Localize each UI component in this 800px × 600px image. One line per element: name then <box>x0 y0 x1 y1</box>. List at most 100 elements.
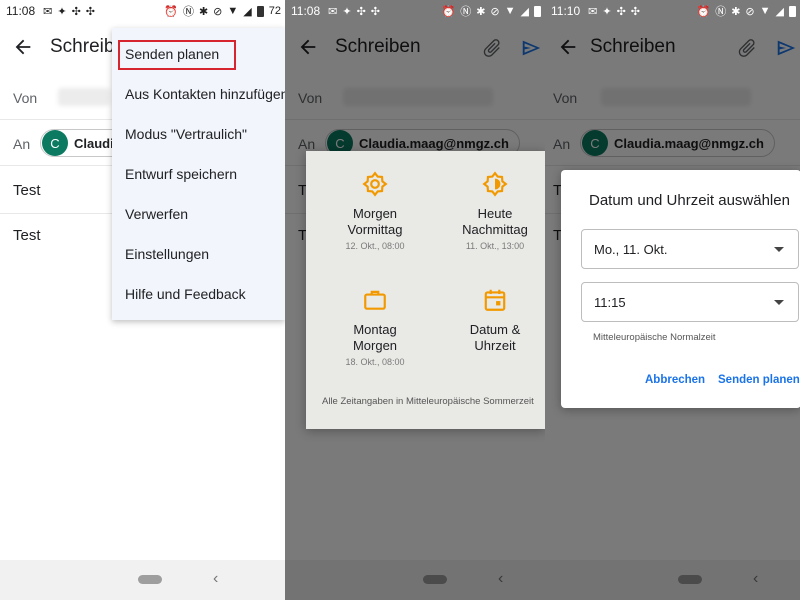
sender-redacted <box>343 88 493 106</box>
from-row[interactable]: Von <box>285 76 545 120</box>
to-label: An <box>553 136 571 152</box>
timezone-note: Alle Zeitangaben in Mitteleuropäische So… <box>322 396 534 407</box>
nfc-icon: Ⓝ <box>715 6 727 18</box>
battery-icon <box>256 5 264 17</box>
back-nav-icon[interactable]: ‹ <box>753 570 758 588</box>
system-icons: ⏰ Ⓝ ✱ ⊘ ▼ ◢ <box>442 0 541 22</box>
option-tomorrow-morning[interactable]: Morgen Vormittag 12. Okt., 08:00 <box>315 171 435 251</box>
time-value: 11:15 <box>594 294 626 310</box>
option-today-afternoon[interactable]: Heute Nachmittag 11. Okt., 13:00 <box>435 171 545 251</box>
back-arrow-icon[interactable] <box>12 36 34 58</box>
cancel-button[interactable]: Abbrechen <box>645 374 705 386</box>
option-label: Uhrzeit <box>474 338 516 353</box>
sender-redacted <box>58 88 110 106</box>
body-text[interactable]: Test <box>13 227 41 244</box>
app-icon: ✦ <box>342 5 352 18</box>
menu-item-add-from-contacts[interactable]: Aus Kontakten hinzufügen <box>112 74 285 114</box>
date-dropdown[interactable]: Mo., 11. Okt. <box>581 229 799 269</box>
overflow-menu: Senden planen Aus Kontakten hinzufügen M… <box>112 28 285 320</box>
signal-icon: ◢ <box>775 5 784 18</box>
app-icon: ✦ <box>57 5 67 18</box>
send-icon[interactable] <box>520 37 542 59</box>
app-bar: Schreiben <box>285 24 545 70</box>
menu-item-save-draft[interactable]: Entwurf speichern <box>112 154 285 194</box>
notification-icons: ✉ ✦ ✣ ✣ <box>588 5 640 18</box>
option-datetime: 12. Okt., 08:00 <box>345 241 405 251</box>
sender-redacted <box>601 88 751 106</box>
alarm-icon: ⏰ <box>164 5 178 18</box>
time-dropdown[interactable]: 11:15 <box>581 282 799 322</box>
mute-icon: ⊘ <box>490 5 500 18</box>
notification-icons: ✉ ✦ ✣ ✣ <box>328 5 380 18</box>
back-arrow-icon[interactable] <box>297 36 319 58</box>
option-label: Morgen <box>352 206 398 221</box>
nav-bar: ‹ <box>0 560 285 600</box>
menu-item-confidential-mode[interactable]: Modus "Vertraulich" <box>112 114 285 154</box>
back-arrow-icon[interactable] <box>557 36 579 58</box>
page-title: Schreiben <box>590 36 676 57</box>
attach-icon[interactable] <box>736 37 758 59</box>
wifi-icon: ▼ <box>759 5 771 17</box>
option-label: Vormittag <box>347 222 403 237</box>
signal-icon: ◢ <box>243 5 252 18</box>
status-time: 11:08 <box>291 4 321 18</box>
highlight-box <box>118 40 236 70</box>
battery-icon <box>789 5 796 17</box>
recipient-email: Claudia.maag@nmgz.ch <box>359 135 509 151</box>
status-bar: 11:08 ✉ ✦ ✣ ✣ ⏰ Ⓝ ✱ ⊘ ▼ ◢ 72 <box>0 0 285 22</box>
page-title: Schreiben <box>335 36 421 57</box>
status-time: 11:10 <box>551 4 581 18</box>
menu-item-settings[interactable]: Einstellungen <box>112 234 285 274</box>
slack-icon: ✣ <box>356 5 366 18</box>
back-nav-icon[interactable]: ‹ <box>498 570 503 588</box>
date-value: Mo., 11. Okt. <box>594 241 668 257</box>
wifi-icon: ▼ <box>227 5 239 17</box>
home-pill[interactable] <box>678 575 702 584</box>
slack-icon: ✣ <box>370 5 381 18</box>
wifi-icon: ▼ <box>504 5 516 17</box>
calendar-icon <box>484 289 506 311</box>
bluetooth-icon: ✱ <box>476 5 486 18</box>
menu-item-help-feedback[interactable]: Hilfe und Feedback <box>112 274 285 314</box>
from-row[interactable]: Von <box>545 76 800 120</box>
option-pick-date-time[interactable]: Datum & Uhrzeit <box>435 287 545 354</box>
schedule-send-button[interactable]: Senden planen <box>718 374 800 386</box>
option-datetime: 18. Okt., 08:00 <box>345 357 405 367</box>
option-monday-morning[interactable]: Montag Morgen 18. Okt., 08:00 <box>315 287 435 367</box>
to-row[interactable]: An C Claudia.maag@nmgz.ch <box>545 120 800 166</box>
timezone-label: Mitteleuropäische Normalzeit <box>593 332 716 343</box>
bluetooth-icon: ✱ <box>198 5 209 18</box>
option-label: Heute <box>477 206 513 221</box>
mail-icon: ✉ <box>328 5 338 18</box>
avatar: C <box>582 130 608 156</box>
nfc-icon: Ⓝ <box>460 6 472 18</box>
dropdown-arrow-icon <box>774 300 784 305</box>
avatar: C <box>42 130 68 156</box>
send-icon[interactable] <box>775 37 797 59</box>
menu-item-discard[interactable]: Verwerfen <box>112 194 285 234</box>
notification-icons: ✉ ✦ ✣ ✣ <box>43 5 95 18</box>
option-label: Datum & <box>469 322 521 337</box>
status-bar: 11:10 ✉ ✦ ✣ ✣ ⏰ Ⓝ ✱ ⊘ ▼ ◢ <box>545 0 800 22</box>
system-icons: ⏰ Ⓝ ✱ ⊘ ▼ ◢ 72 <box>164 0 281 22</box>
back-nav-icon[interactable]: ‹ <box>213 570 218 588</box>
from-label: Von <box>13 90 38 106</box>
attach-icon[interactable] <box>481 37 503 59</box>
battery-icon <box>534 5 541 17</box>
alarm-icon: ⏰ <box>696 5 711 18</box>
bluetooth-icon: ✱ <box>731 5 741 18</box>
home-pill[interactable] <box>138 575 162 584</box>
subject-text: Test <box>13 182 41 199</box>
page-title: Schreib <box>50 36 115 57</box>
sun-icon <box>362 171 388 197</box>
mute-icon: ⊘ <box>745 5 755 18</box>
dialog-title: Datum und Uhrzeit auswählen <box>589 192 790 209</box>
recipient-chip[interactable]: C Claudia.maag@nmgz.ch <box>580 129 775 157</box>
system-icons: ⏰ Ⓝ ✱ ⊘ ▼ ◢ <box>696 0 796 22</box>
panel-compose-menu: 11:08 ✉ ✦ ✣ ✣ ⏰ Ⓝ ✱ ⊘ ▼ ◢ 72 Schreib Von… <box>0 0 285 600</box>
home-pill[interactable] <box>423 575 447 584</box>
dropdown-arrow-icon <box>774 247 784 252</box>
option-datetime: 11. Okt., 13:00 <box>465 241 525 251</box>
nav-bar: ‹ <box>285 560 545 600</box>
signal-icon: ◢ <box>520 5 529 18</box>
